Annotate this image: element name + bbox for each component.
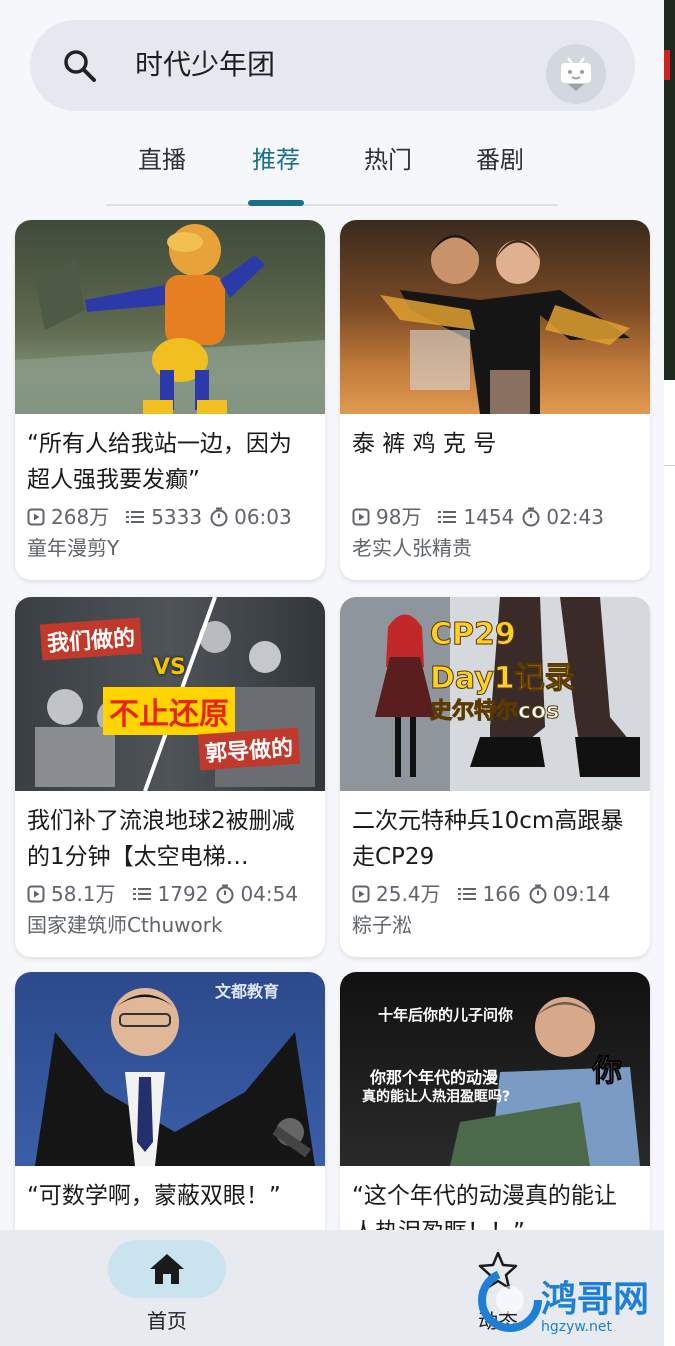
bilibili-tv-icon[interactable] [546, 44, 606, 104]
overlay-text-line2: Day1记录 [430, 661, 576, 697]
video-duration: 02:43 [546, 505, 604, 529]
overlay-text-line2: 你那个年代的动漫 [370, 1068, 499, 1087]
view-count: 98万 [376, 505, 422, 529]
tab-anime[interactable]: 番剧 [460, 140, 540, 180]
video-card[interactable]: 我们做的 VS 不止还原 郭导做的 我们补了流浪地球2被删减的1分钟【太空电梯…… [15, 597, 325, 957]
watermark-name: 鸿哥网 [541, 1279, 650, 1320]
danmaku-icon [457, 888, 476, 900]
play-count-icon [27, 508, 45, 526]
tab-recommend[interactable]: 推荐 [236, 140, 316, 180]
uploader-name[interactable]: 童年漫剪Y [27, 532, 313, 564]
people-photo-image [380, 235, 630, 414]
video-thumbnail[interactable]: 我们做的 VS 不止还原 郭导做的 [15, 597, 325, 791]
video-stats: 58.1万 1792 04:54 [27, 879, 313, 909]
video-duration: 04:54 [240, 882, 299, 906]
overlay-text-bottom: 郭导做的 [197, 727, 301, 771]
video-card[interactable]: “所有人给我站一边，因为超人强我要发癫” 268万 5333 06:03 童年漫… [15, 220, 325, 580]
video-duration: 06:03 [234, 505, 292, 529]
video-stats: 98万 1454 02:43 [352, 502, 638, 532]
overlay-text-line1: CP29 [430, 617, 517, 653]
tab-divider [106, 204, 558, 206]
video-thumbnail[interactable] [340, 220, 650, 414]
tab-hot[interactable]: 热门 [348, 140, 428, 180]
duration-icon [529, 884, 547, 904]
watermark-logo: 鸿哥网 hgzyw.net [475, 1260, 675, 1340]
video-thumbnail[interactable]: CP29 Day1记录 史尔特尔cos [340, 597, 650, 791]
video-stats: 268万 5333 06:03 [27, 502, 313, 532]
video-title[interactable]: 泰 裤 鸡 克 号 [352, 426, 638, 498]
play-count-icon [352, 508, 370, 526]
video-thumbnail[interactable] [15, 220, 325, 414]
overlay-text-big: 你 [592, 1054, 623, 1090]
video-card[interactable]: CP29 Day1记录 史尔特尔cos 二次元特种兵10cm高跟暴走CP29 2… [340, 597, 650, 957]
search-bar[interactable]: 时代少年团 [30, 20, 635, 111]
watermark-url: hgzyw.net [541, 1319, 612, 1335]
duration-icon [216, 884, 234, 904]
video-card[interactable]: 文都教育 “可数学啊，蒙蔽双眼！” [15, 972, 325, 1272]
play-count-icon [352, 885, 370, 903]
video-card[interactable]: 十年后你的儿子问你 你那个年代的动漫 真的能让人热泪盈眶吗? 你 “这个年代的动… [340, 972, 650, 1272]
danmaku-icon [438, 511, 457, 523]
cartoon-figure-image [15, 224, 325, 414]
uploader-name[interactable]: 老实人张精贵 [352, 532, 638, 564]
video-duration: 09:14 [552, 882, 611, 906]
danmaku-icon [132, 888, 151, 900]
video-title[interactable]: 二次元特种兵10cm高跟暴走CP29 [352, 803, 638, 875]
video-thumbnail[interactable]: 十年后你的儿子问你 你那个年代的动漫 真的能让人热泪盈眶吗? 你 [340, 972, 650, 1166]
danmaku-icon [126, 511, 145, 523]
duration-icon [210, 507, 228, 527]
tab-bar: 直播 推荐 热门 番剧 [106, 130, 558, 206]
danmaku-count: 1454 [463, 505, 515, 529]
uploader-name[interactable]: 国家建筑师Cthuwork [27, 909, 313, 941]
danmaku-count: 5333 [151, 505, 203, 529]
video-thumbnail[interactable]: 文都教育 [15, 972, 325, 1166]
overlay-text-line1: 十年后你的儿子问你 [378, 1006, 514, 1024]
view-count: 25.4万 [376, 882, 441, 906]
tab-indicator [248, 200, 304, 206]
video-card[interactable]: 泰 裤 鸡 克 号 98万 1454 02:43 老实人张精贵 [340, 220, 650, 580]
tab-live[interactable]: 直播 [122, 140, 202, 180]
nav-home-button[interactable] [108, 1240, 226, 1298]
overlay-text-main: 不止还原 [103, 687, 235, 735]
video-title[interactable]: “所有人给我站一边，因为超人强我要发癫” [27, 426, 313, 498]
home-icon [150, 1254, 184, 1284]
overlay-text-line3: 真的能让人热泪盈眶吗? [362, 1089, 511, 1105]
search-query[interactable]: 时代少年团 [135, 43, 275, 87]
overlay-text-vs: VS [153, 655, 186, 680]
view-count: 58.1万 [51, 882, 116, 906]
video-title[interactable]: 我们补了流浪地球2被删减的1分钟【太空电梯… [27, 803, 313, 875]
overlay-text-top: 我们做的 [39, 617, 143, 661]
uploader-name[interactable]: 粽子淞 [352, 909, 638, 941]
overlay-text-line3: 史尔特尔cos [429, 699, 560, 725]
play-count-icon [27, 885, 45, 903]
right-edge-strip [664, 0, 675, 1346]
danmaku-count: 166 [482, 882, 521, 906]
search-icon [64, 50, 96, 82]
watermark-icon [478, 1268, 542, 1332]
nav-home-label[interactable]: 首页 [127, 1306, 207, 1336]
duration-icon [522, 507, 540, 527]
view-count: 268万 [51, 505, 110, 529]
video-stats: 25.4万 166 09:14 [352, 879, 638, 909]
danmaku-count: 1792 [157, 882, 209, 906]
overlay-brand-text: 文都教育 [215, 982, 280, 1001]
